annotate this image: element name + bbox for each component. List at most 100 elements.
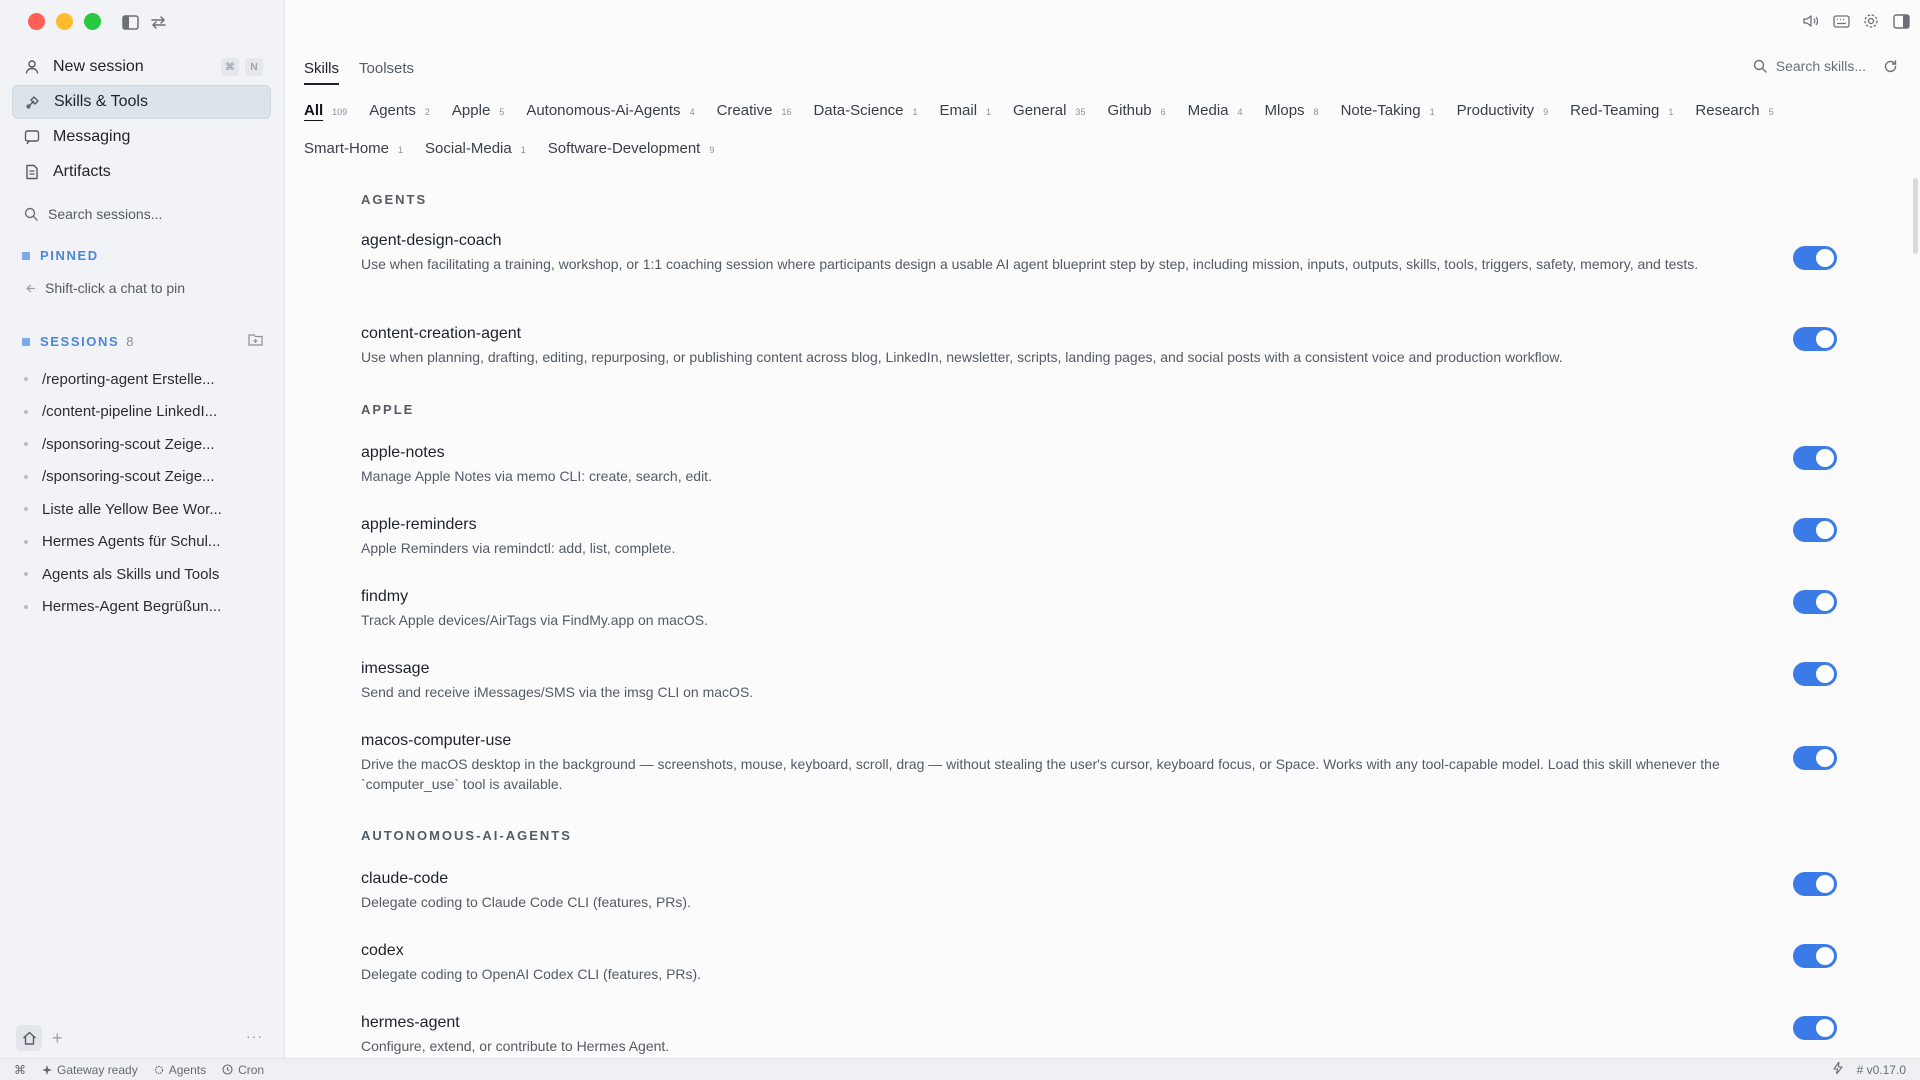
skill-description: Apple Reminders via remindctl: add, list…	[361, 540, 676, 556]
command-icon[interactable]: ⌘	[14, 1063, 26, 1077]
session-item[interactable]: /reporting-agent Erstelle...	[24, 363, 222, 396]
filter-chip-general[interactable]: General 35	[1013, 102, 1085, 122]
filter-chip-research[interactable]: Research 5	[1695, 102, 1773, 122]
add-tab-button[interactable]: +	[52, 1028, 63, 1049]
skill-enabled-toggle[interactable]	[1793, 944, 1837, 968]
session-item[interactable]: /sponsoring-scout Zeige...	[24, 428, 222, 461]
volume-icon[interactable]	[1802, 12, 1820, 30]
sidebar-toggle-icon[interactable]	[120, 12, 140, 32]
skill-description: Manage Apple Notes via memo CLI: create,…	[361, 468, 712, 484]
filter-label: Data-Science	[813, 102, 904, 119]
filter-chip-social-media[interactable]: Social-Media 1	[425, 140, 526, 160]
session-dot	[24, 539, 28, 544]
filter-chip-media[interactable]: Media 4	[1188, 102, 1243, 122]
session-dot	[24, 377, 28, 382]
skill-enabled-toggle[interactable]	[1793, 590, 1837, 614]
filter-label: Mlops	[1264, 102, 1305, 119]
new-session-button[interactable]: New session ⌘ N	[12, 50, 271, 84]
skill-name: apple-reminders	[361, 516, 477, 533]
filter-chip-email[interactable]: Email 1	[940, 102, 992, 122]
skill-enabled-toggle[interactable]	[1793, 518, 1837, 542]
filter-count: 1	[520, 145, 526, 155]
session-dot	[24, 474, 28, 479]
filter-chip-productivity[interactable]: Productivity 9	[1457, 102, 1549, 122]
filter-chip-all[interactable]: All 109	[304, 102, 347, 122]
filter-chip-smart-home[interactable]: Smart-Home 1	[304, 140, 403, 160]
session-dot	[24, 572, 28, 577]
status-bar: ⌘ Gateway ready Agents Cron # v0.17.0	[0, 1058, 1920, 1080]
skill-enabled-toggle[interactable]	[1793, 327, 1837, 351]
refresh-icon[interactable]	[1883, 59, 1898, 74]
skill-description: Send and receive iMessages/SMS via the i…	[361, 684, 754, 700]
scrollbar[interactable]	[1913, 178, 1918, 254]
more-options-icon[interactable]: ···	[246, 1028, 263, 1044]
message-icon	[23, 128, 41, 146]
session-item[interactable]: Hermes Agents für Schul...	[24, 526, 222, 559]
session-item[interactable]: Liste alle Yellow Bee Wor...	[24, 493, 222, 526]
cron-status[interactable]: Cron	[222, 1063, 264, 1077]
skill-enabled-toggle[interactable]	[1793, 446, 1837, 470]
nav-messaging[interactable]: Messaging	[12, 120, 271, 154]
filter-chip-apple[interactable]: Apple 5	[452, 102, 504, 122]
sessions-header: SESSIONS 8	[22, 334, 134, 349]
filter-chip-note-taking[interactable]: Note-Taking 1	[1341, 102, 1435, 122]
agents-status[interactable]: Agents	[154, 1063, 206, 1077]
search-skills-input[interactable]: Search skills...	[1753, 58, 1898, 74]
sessions-count: 8	[126, 334, 134, 349]
filter-count: 5	[1768, 107, 1774, 117]
filter-chip-data-science[interactable]: Data-Science 1	[813, 102, 917, 122]
filter-chip-mlops[interactable]: Mlops 8	[1265, 102, 1319, 122]
nav-artifacts[interactable]: Artifacts	[12, 155, 271, 189]
pinned-square-icon	[22, 251, 30, 260]
filter-chip-software-development[interactable]: Software-Development 9	[548, 140, 715, 160]
session-title: /sponsoring-scout Zeige...	[42, 468, 215, 486]
skill-name: apple-notes	[361, 444, 445, 461]
session-item[interactable]: /content-pipeline LinkedI...	[24, 396, 222, 429]
close-window-button[interactable]	[28, 13, 45, 30]
filter-label: Agents	[369, 102, 416, 119]
skill-description: Delegate coding to Claude Code CLI (feat…	[361, 894, 691, 910]
swap-icon[interactable]	[148, 12, 168, 32]
session-title: Hermes Agents für Schul...	[42, 533, 221, 551]
nav-label: New session	[53, 58, 144, 75]
search-sessions-input[interactable]: Search sessions...	[24, 206, 162, 222]
maximize-window-button[interactable]	[84, 13, 101, 30]
skill-enabled-toggle[interactable]	[1793, 746, 1837, 770]
tab-toolsets[interactable]: Toolsets	[359, 60, 414, 85]
session-item[interactable]: Hermes-Agent Begrüßun...	[24, 591, 222, 624]
minimize-window-button[interactable]	[56, 13, 73, 30]
search-icon	[1753, 59, 1767, 73]
panel-toggle-icon[interactable]	[1892, 12, 1910, 30]
skill-row-content-creation-agent: content-creation-agent Use when planning,…	[361, 325, 1851, 367]
filter-chip-red-teaming[interactable]: Red-Teaming 1	[1570, 102, 1673, 122]
filter-label: Creative	[716, 102, 773, 119]
skill-row-apple-reminders: apple-reminders Apple Reminders via remin…	[361, 516, 1851, 558]
skill-enabled-toggle[interactable]	[1793, 1016, 1837, 1040]
new-folder-icon[interactable]	[248, 333, 263, 351]
home-button[interactable]	[16, 1025, 42, 1051]
skill-row-claude-code: claude-code Delegate coding to Claude Cod…	[361, 870, 1851, 912]
skill-enabled-toggle[interactable]	[1793, 662, 1837, 686]
search-skills-placeholder: Search skills...	[1775, 58, 1866, 74]
skill-enabled-toggle[interactable]	[1793, 872, 1837, 896]
skill-name: content-creation-agent	[361, 325, 522, 342]
skill-description: Use when planning, drafting, editing, re…	[361, 349, 1563, 365]
bolt-icon[interactable]	[1833, 1061, 1843, 1077]
status-right: # v0.17.0	[1833, 1061, 1906, 1077]
session-item[interactable]: /sponsoring-scout Zeige...	[24, 461, 222, 494]
nav-skills-tools[interactable]: Skills & Tools	[12, 85, 271, 119]
session-item[interactable]: Agents als Skills und Tools	[24, 558, 222, 591]
tab-skills[interactable]: Skills	[304, 60, 340, 85]
filter-label: Github	[1107, 102, 1152, 119]
skill-row-agent-design-coach: agent-design-coach Use when facilitating …	[361, 232, 1851, 274]
skill-enabled-toggle[interactable]	[1793, 246, 1837, 270]
gateway-status[interactable]: Gateway ready	[42, 1063, 138, 1077]
filter-chip-agents[interactable]: Agents 2	[369, 102, 430, 122]
skill-row-hermes-agent: hermes-agent Configure, extend, or contri…	[361, 1014, 1851, 1056]
gear-icon[interactable]	[1862, 12, 1880, 30]
skill-name: agent-design-coach	[361, 232, 502, 249]
filter-chip-github[interactable]: Github 6	[1107, 102, 1165, 122]
filter-chip-autonomous-ai-agents[interactable]: Autonomous-Ai-Agents 4	[526, 102, 694, 122]
keyboard-icon[interactable]	[1832, 12, 1850, 30]
filter-chip-creative[interactable]: Creative 16	[717, 102, 792, 122]
